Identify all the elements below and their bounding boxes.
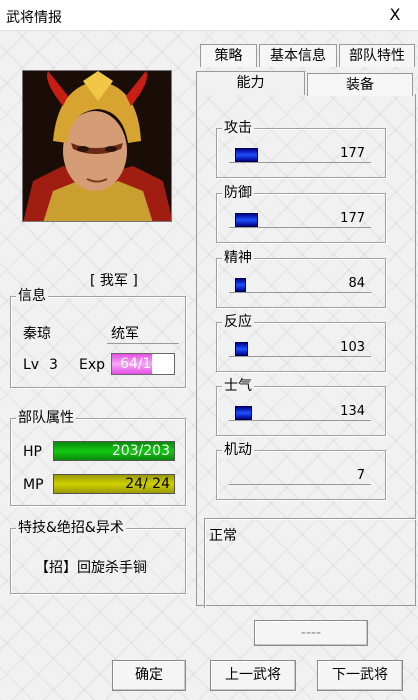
mp-label: MP xyxy=(23,477,44,493)
unit-attributes-label: 部队属性 xyxy=(16,410,76,426)
hp-value: 203/203 xyxy=(111,443,170,459)
stat-bar xyxy=(235,213,258,227)
officer-portrait xyxy=(22,70,172,222)
stat-box: 士气 134 xyxy=(216,378,386,436)
stat-row: 84 xyxy=(229,276,371,293)
stat-value: 84 xyxy=(348,276,365,291)
exp-label: Exp xyxy=(79,357,106,373)
stat-label: 攻击 xyxy=(222,120,254,136)
level-value: 3 xyxy=(49,357,58,373)
stat-value: 177 xyxy=(340,146,365,161)
stat-row: 177 xyxy=(229,211,371,228)
officer-name: 秦琼 xyxy=(23,326,51,342)
window-title: 武将情报 xyxy=(6,10,62,26)
stat-box: 防御 177 xyxy=(216,185,386,243)
unit-attributes-groupbox: 部队属性 HP 203/203 MP 24/ 24 xyxy=(10,410,186,506)
faction-label: [ 我军 ] xyxy=(90,273,138,289)
stat-value: 134 xyxy=(340,404,365,419)
stat-row: 134 xyxy=(229,404,371,421)
info-label: 信息 xyxy=(16,288,48,304)
next-officer-button[interactable]: 下一武将 xyxy=(317,660,403,691)
skill-item: 【招】回旋杀手锏 xyxy=(35,560,147,576)
stat-box: 反应 103 xyxy=(216,314,386,372)
stat-bar xyxy=(235,278,246,292)
stat-label: 机动 xyxy=(222,442,254,458)
stat-value: 7 xyxy=(356,468,365,483)
placeholder-button[interactable]: ---- xyxy=(254,620,368,646)
hp-label: HP xyxy=(23,444,42,460)
stat-row: 7 xyxy=(229,468,371,485)
warrior-portrait-image xyxy=(23,71,171,221)
stat-bar xyxy=(235,342,248,356)
stat-row: 177 xyxy=(229,146,371,163)
stat-label: 防御 xyxy=(222,185,254,201)
stat-value: 103 xyxy=(340,340,365,355)
stat-label: 反应 xyxy=(222,314,254,330)
exp-value: 64/100 xyxy=(120,356,170,372)
level-label: Lv xyxy=(23,357,40,373)
tab-strategy[interactable]: 策略 xyxy=(200,44,257,67)
hp-bar: 203/203 xyxy=(53,441,175,461)
stat-box: 攻击 177 xyxy=(216,120,386,178)
officer-rank: 统军 xyxy=(111,326,139,342)
stat-value: 177 xyxy=(340,211,365,226)
info-groupbox: 信息 秦琼 统军 Lv 3 Exp 64/100 xyxy=(10,288,186,388)
tab-equipment[interactable]: 装备 xyxy=(307,73,413,96)
stat-bar xyxy=(235,406,252,420)
mp-value: 24/ 24 xyxy=(125,476,170,492)
tab-unit-traits[interactable]: 部队特性 xyxy=(339,44,415,67)
tab-ability[interactable]: 能力 xyxy=(196,71,305,95)
rank-underline xyxy=(107,343,179,344)
status-text: 正常 xyxy=(209,528,237,544)
close-icon[interactable]: X xyxy=(372,0,418,31)
exp-bar: 64/100 xyxy=(111,353,175,375)
stat-label: 精神 xyxy=(222,250,254,266)
skills-label: 特技&绝招&异术 xyxy=(16,520,126,536)
stat-row: 103 xyxy=(229,340,371,357)
status-box: 正常 xyxy=(204,518,416,608)
stat-label: 士气 xyxy=(222,378,254,394)
mp-bar: 24/ 24 xyxy=(53,474,175,494)
tab-basic-info[interactable]: 基本信息 xyxy=(259,44,337,67)
confirm-button[interactable]: 确定 xyxy=(112,660,186,691)
stat-box: 精神 84 xyxy=(216,250,386,308)
skills-groupbox: 特技&绝招&异术 【招】回旋杀手锏 xyxy=(10,520,186,594)
stat-bar xyxy=(235,148,258,162)
prev-officer-button[interactable]: 上一武将 xyxy=(210,660,296,691)
stat-box: 机动 7 xyxy=(216,442,386,500)
title-bar: 武将情报 X xyxy=(0,0,418,31)
